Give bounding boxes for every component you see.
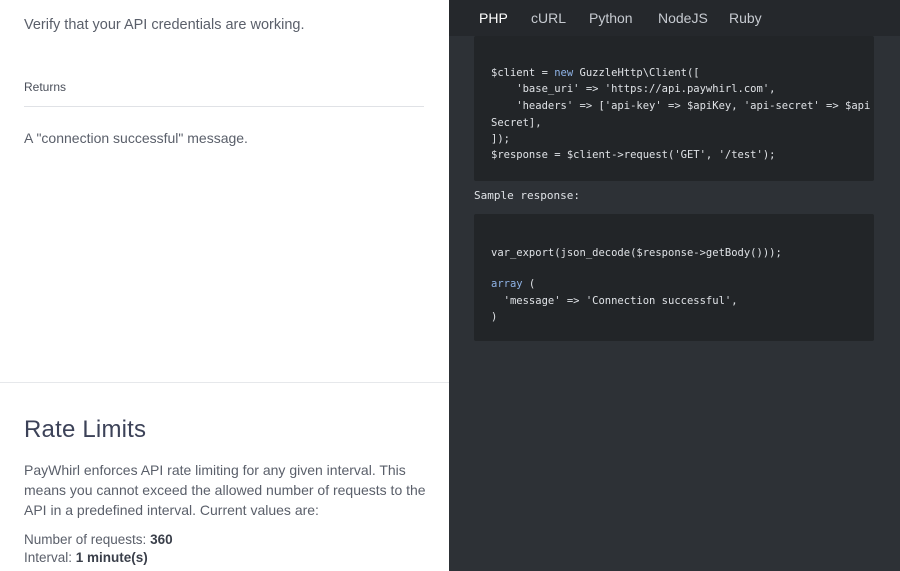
code-line: Secret], <box>491 117 542 129</box>
requests-value: 360 <box>150 532 173 547</box>
tab-php[interactable]: PHP <box>479 10 508 26</box>
interval-value: 1 minute(s) <box>75 550 148 565</box>
requests-label: Number of requests: <box>24 532 151 547</box>
tab-nodejs[interactable]: NodeJS <box>658 10 708 26</box>
section-divider <box>0 382 449 383</box>
requests-limit: Number of requests: 360 <box>24 532 173 547</box>
docs-column: Verify that your API credentials are wor… <box>0 0 449 571</box>
returns-heading: Returns <box>24 80 67 94</box>
tab-python[interactable]: Python <box>589 10 633 26</box>
code-line: var_export(json_decode($response->getBod… <box>491 247 782 259</box>
tab-ruby[interactable]: Ruby <box>729 10 762 26</box>
returns-description: A "connection successful" message. <box>24 130 248 146</box>
code-line: 'message' => 'Connection successful', <box>491 295 738 307</box>
code-line: ]); <box>491 133 510 145</box>
returns-divider <box>24 106 424 107</box>
code-line: $client = new GuzzleHttp\Client([ <box>491 67 700 79</box>
sample-response-label: Sample response: <box>474 189 580 202</box>
interval-limit: Interval: 1 minute(s) <box>24 550 148 565</box>
tab-curl[interactable]: cURL <box>531 10 566 26</box>
response-code-block: var_export(json_decode($response->getBod… <box>474 214 874 341</box>
code-line: $response = $client->request('GET', '/te… <box>491 149 776 161</box>
code-line: array ( <box>491 278 536 290</box>
interval-label: Interval: <box>24 550 76 565</box>
language-tabs: PHP cURL Python NodeJS Ruby <box>449 0 900 36</box>
code-line: ) <box>491 311 498 323</box>
code-line: 'base_uri' => 'https://api.paywhirl.com'… <box>491 83 776 95</box>
endpoint-description: Verify that your API credentials are wor… <box>24 17 305 33</box>
rate-limits-description: PayWhirl enforces API rate limiting for … <box>24 462 426 518</box>
request-code-block: $client = new GuzzleHttp\Client([ 'base_… <box>474 36 874 181</box>
rate-limits-title: Rate Limits <box>24 416 147 443</box>
code-column: PHP cURL Python NodeJS Ruby $client = ne… <box>449 0 900 571</box>
code-line: 'headers' => ['api-key' => $apiKey, 'api… <box>491 100 871 112</box>
